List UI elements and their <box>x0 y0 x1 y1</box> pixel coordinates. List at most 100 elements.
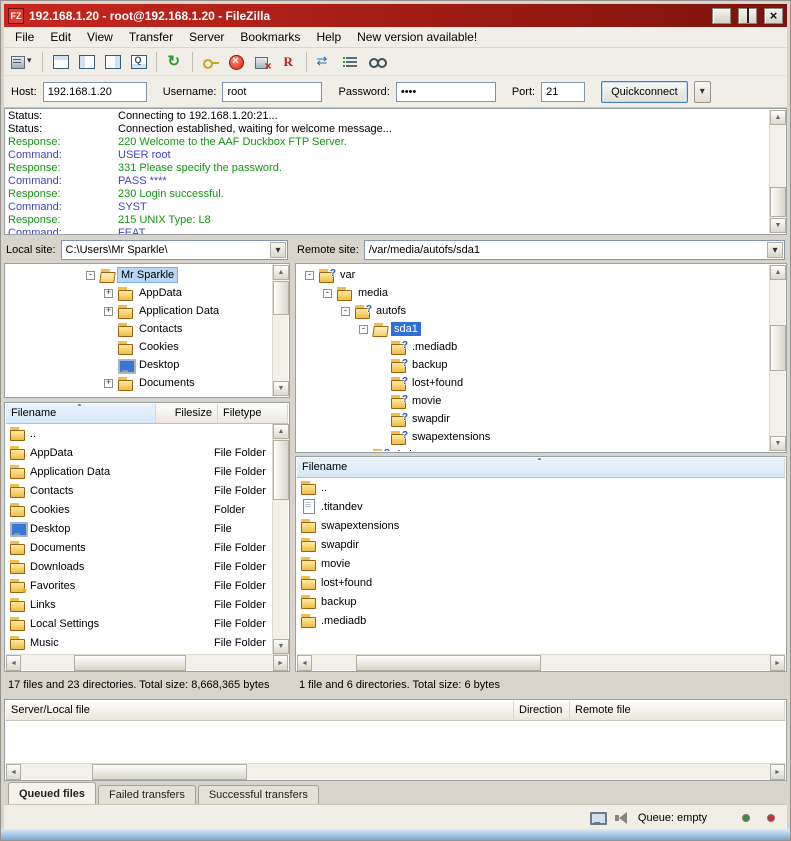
file-row-documents[interactable]: DocumentsFile Folder <box>6 538 272 557</box>
file-row-swapextensions[interactable]: swapextensions <box>297 516 785 535</box>
file-row-parent-dir[interactable]: .. <box>297 478 785 497</box>
column-header-filename[interactable]: Filename▲ <box>297 458 785 477</box>
quickconnect-dropdown-button[interactable] <box>694 81 711 103</box>
close-button[interactable] <box>764 8 783 24</box>
toolbar-find-files-button[interactable] <box>364 50 389 73</box>
tree-item-backup[interactable]: backup <box>297 356 769 374</box>
scroll-down-icon[interactable] <box>770 218 786 233</box>
file-row-mediadb[interactable]: .mediadb <box>297 611 785 630</box>
scroll-up-icon[interactable] <box>273 265 289 280</box>
toolbar-synchronized-browsing-button[interactable] <box>338 50 363 73</box>
menu-item-help[interactable]: Help <box>308 27 349 47</box>
local-tree-scrollbar[interactable] <box>272 265 288 396</box>
tree-item-contacts[interactable]: Contacts <box>6 320 272 338</box>
tree-expander-icon[interactable]: - <box>86 271 95 280</box>
toolbar-cancel-button[interactable] <box>224 50 249 73</box>
password-input[interactable] <box>396 82 496 102</box>
menu-item-file[interactable]: File <box>7 27 42 47</box>
file-row-downloads[interactable]: DownloadsFile Folder <box>6 557 272 576</box>
remote-site-combo[interactable]: /var/media/autofs/sda1 <box>364 240 785 260</box>
file-row-backup[interactable]: backup <box>297 592 785 611</box>
tree-item-appdata[interactable]: +AppData <box>6 284 272 302</box>
column-header-remote-file[interactable]: Remote file <box>570 701 785 720</box>
title-bar[interactable]: FZ 192.168.1.20 - root@192.168.1.20 - Fi… <box>4 4 787 27</box>
scroll-down-icon[interactable] <box>273 639 289 654</box>
log-scrollbar-thumb[interactable] <box>770 187 786 217</box>
menu-item-transfer[interactable]: Transfer <box>121 27 181 47</box>
local-list-hscrollbar[interactable] <box>6 654 288 670</box>
toolbar-toggle-queue-button[interactable] <box>126 50 151 73</box>
tree-expander-icon[interactable]: + <box>104 379 113 388</box>
file-row-parent-dir[interactable]: .. <box>6 424 272 443</box>
toolbar-toggle-log-button[interactable] <box>48 50 73 73</box>
file-row-application-data[interactable]: Application DataFile Folder <box>6 462 272 481</box>
file-row-movie[interactable]: movie <box>297 554 785 573</box>
tab-failed-transfers[interactable]: Failed transfers <box>98 785 196 804</box>
combo-dropdown-icon[interactable] <box>767 242 783 258</box>
tree-expander-icon[interactable]: - <box>359 325 368 334</box>
username-input[interactable] <box>222 82 322 102</box>
tree-expander-icon[interactable]: + <box>104 289 113 298</box>
host-input[interactable] <box>43 82 147 102</box>
file-row-favorites[interactable]: FavoritesFile Folder <box>6 576 272 595</box>
tree-item-sda1[interactable]: -sda1 <box>297 320 769 338</box>
tree-item-media[interactable]: -media <box>297 284 769 302</box>
remote-tree-scrollbar[interactable] <box>769 265 785 451</box>
file-row-links[interactable]: LinksFile Folder <box>6 595 272 614</box>
scroll-left-icon[interactable] <box>6 764 21 780</box>
toolbar-reconnect-button[interactable] <box>276 50 301 73</box>
local-list-scrollbar-thumb[interactable] <box>273 440 289 500</box>
column-header-filetype[interactable]: Filetype <box>218 404 288 423</box>
tree-item-mediadb[interactable]: .mediadb <box>297 338 769 356</box>
log-scrollbar[interactable] <box>769 110 785 233</box>
column-header-server-local-file[interactable]: Server/Local file <box>6 701 514 720</box>
menu-item-edit[interactable]: Edit <box>42 27 79 47</box>
file-row-contacts[interactable]: ContactsFile Folder <box>6 481 272 500</box>
tree-item-documents[interactable]: +Documents <box>6 374 272 392</box>
combo-dropdown-icon[interactable] <box>270 242 286 258</box>
tree-item-lost-found[interactable]: lost+found <box>297 374 769 392</box>
tree-expander-icon[interactable]: + <box>104 307 113 316</box>
tree-item-swapdir[interactable]: swapdir <box>297 410 769 428</box>
scroll-right-icon[interactable] <box>273 655 288 671</box>
computer-icon[interactable] <box>589 811 605 825</box>
tree-item-cookies[interactable]: Cookies <box>6 338 272 356</box>
remote-tree-scrollbar-thumb[interactable] <box>770 325 786 371</box>
tree-item-application-data[interactable]: +Application Data <box>6 302 272 320</box>
menu-item-new-version-available[interactable]: New version available! <box>349 27 485 47</box>
menu-item-bookmarks[interactable]: Bookmarks <box>232 27 308 47</box>
scroll-left-icon[interactable] <box>297 655 312 671</box>
toolbar-toggle-local-tree-button[interactable] <box>74 50 99 73</box>
tree-item-mr-sparkle[interactable]: -Mr Sparkle <box>6 266 272 284</box>
menu-item-server[interactable]: Server <box>181 27 232 47</box>
column-header-filename[interactable]: Filename▲ <box>6 404 156 423</box>
speaker-icon[interactable] <box>613 811 629 825</box>
toolbar-refresh-button[interactable] <box>162 50 187 73</box>
remote-list-hscrollbar-thumb[interactable] <box>356 655 541 671</box>
tree-item-var[interactable]: -var <box>297 266 769 284</box>
menu-item-view[interactable]: View <box>79 27 121 47</box>
tab-queued-files[interactable]: Queued files <box>8 782 96 804</box>
toolbar-disconnect-button[interactable] <box>250 50 275 73</box>
toolbar-toggle-remote-tree-button[interactable] <box>100 50 125 73</box>
quickconnect-button[interactable]: Quickconnect <box>601 81 688 103</box>
scroll-down-icon[interactable] <box>273 381 289 396</box>
tree-item-movie[interactable]: movie <box>297 392 769 410</box>
local-tree-scrollbar-thumb[interactable] <box>273 281 289 315</box>
remote-list-hscrollbar[interactable] <box>297 654 785 670</box>
scroll-right-icon[interactable] <box>770 764 785 780</box>
local-list-hscrollbar-thumb[interactable] <box>74 655 187 671</box>
file-row-appdata[interactable]: AppDataFile Folder <box>6 443 272 462</box>
toolbar-compare-directories-button[interactable] <box>312 50 337 73</box>
scroll-up-icon[interactable] <box>770 265 786 280</box>
tree-item-dvd[interactable]: dvd <box>297 446 769 451</box>
scroll-up-icon[interactable] <box>273 424 289 439</box>
tree-item-desktop[interactable]: Desktop <box>6 356 272 374</box>
tree-item-autofs[interactable]: -autofs <box>297 302 769 320</box>
maximize-button[interactable] <box>738 8 757 24</box>
tab-successful-transfers[interactable]: Successful transfers <box>198 785 319 804</box>
file-row-local-settings[interactable]: Local SettingsFile Folder <box>6 614 272 633</box>
scroll-left-icon[interactable] <box>6 655 21 671</box>
file-row-lost-found[interactable]: lost+found <box>297 573 785 592</box>
toolbar-process-queue-button[interactable] <box>198 50 223 73</box>
